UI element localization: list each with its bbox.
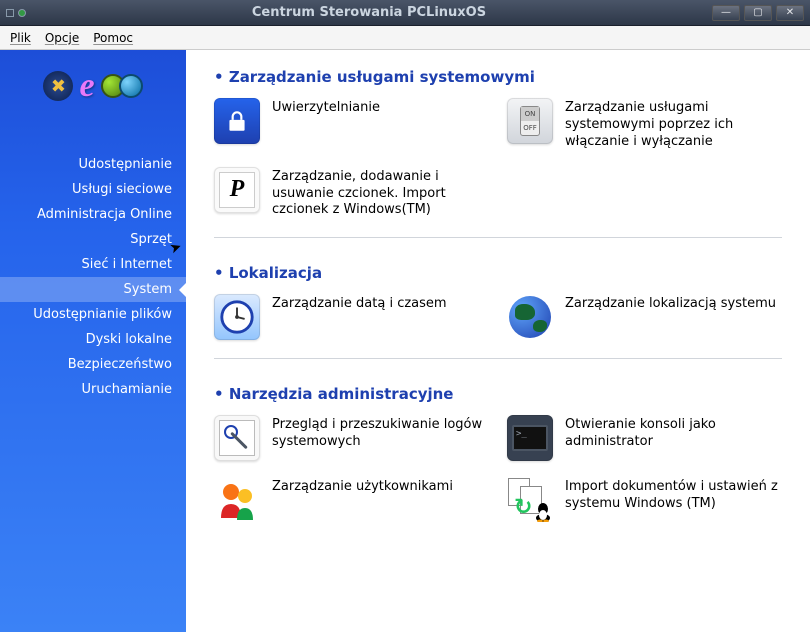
import-icon: ↻ bbox=[507, 477, 553, 523]
item-console[interactable]: >_ Otwieranie konsoli jako administrator bbox=[507, 415, 782, 461]
close-button[interactable]: ✕ bbox=[776, 5, 804, 21]
menu-plik[interactable]: Plik bbox=[10, 31, 31, 45]
sidebar-item-label: Sprzęt bbox=[130, 232, 172, 247]
gear-logo-icon: ✖ bbox=[43, 71, 73, 101]
clock-icon bbox=[214, 294, 260, 340]
sidebar-item-udostepnianie[interactable]: Udostępnianie bbox=[0, 152, 186, 177]
system-tray-icon bbox=[6, 9, 14, 17]
sidebar-item-uslugi-sieciowe[interactable]: Usługi sieciowe bbox=[0, 177, 186, 202]
item-fonts[interactable]: P Zarządzanie, dodawanie i usuwanie czci… bbox=[214, 167, 489, 220]
section-system-services: Zarządzanie usługami systemowymi Uwierzy… bbox=[214, 68, 782, 238]
sidebar-item-label: Udostępnianie bbox=[78, 157, 172, 172]
sidebar-item-label: Dyski lokalne bbox=[86, 332, 172, 347]
item-label: Zarządzanie lokalizacją systemu bbox=[565, 294, 776, 313]
item-users[interactable]: Zarządzanie użytkownikami bbox=[214, 477, 489, 523]
item-label: Zarządzanie, dodawanie i usuwanie czcion… bbox=[272, 167, 489, 220]
sidebar: ✖ e Udostępnianie Usługi sieciowe Admini… bbox=[0, 50, 186, 632]
sidebar-item-udostepnianie-plikow[interactable]: Udostępnianie plików bbox=[0, 302, 186, 327]
system-tray-icon bbox=[18, 9, 26, 17]
section-divider bbox=[214, 237, 782, 238]
sidebar-item-label: Udostępnianie plików bbox=[33, 307, 172, 322]
logs-icon bbox=[214, 415, 260, 461]
sidebar-nav: Udostępnianie Usługi sieciowe Administra… bbox=[0, 152, 186, 402]
sidebar-item-bezpieczenstwo[interactable]: Bezpieczeństwo bbox=[0, 352, 186, 377]
sidebar-item-label: Usługi sieciowe bbox=[72, 182, 172, 197]
sidebar-item-dyski-lokalne[interactable]: Dyski lokalne bbox=[0, 327, 186, 352]
section-admin-tools: Narzędzia administracyjne Przegląd i prz… bbox=[214, 385, 782, 523]
item-localization[interactable]: Zarządzanie lokalizacją systemu bbox=[507, 294, 782, 340]
sidebar-item-label: System bbox=[124, 282, 172, 297]
switch-icon: ONOFF bbox=[507, 98, 553, 144]
sidebar-item-administracja-online[interactable]: Administracja Online bbox=[0, 202, 186, 227]
item-label: Import dokumentów i ustawień z systemu W… bbox=[565, 477, 782, 513]
menubar: Plik Opcje Pomoc bbox=[0, 26, 810, 50]
item-authentication[interactable]: Uwierzytelnianie bbox=[214, 98, 489, 151]
sidebar-item-system[interactable]: System bbox=[0, 277, 186, 302]
sidebar-item-siec-internet[interactable]: Sieć i Internet bbox=[0, 252, 186, 277]
item-label: Zarządzanie usługami systemowymi poprzez… bbox=[565, 98, 782, 151]
sidebar-item-uruchamianie[interactable]: Uruchamianie bbox=[0, 377, 186, 402]
section-title: Zarządzanie usługami systemowymi bbox=[214, 68, 782, 86]
item-date-time[interactable]: Zarządzanie datą i czasem bbox=[214, 294, 489, 340]
main-content: Zarządzanie usługami systemowymi Uwierzy… bbox=[186, 50, 810, 632]
item-import-windows[interactable]: ↻ Import dokumentów i ustawień z systemu… bbox=[507, 477, 782, 523]
sidebar-item-label: Sieć i Internet bbox=[81, 257, 172, 272]
globe-icon bbox=[507, 294, 553, 340]
menu-pomoc[interactable]: Pomoc bbox=[93, 31, 133, 45]
item-label: Otwieranie konsoli jako administrator bbox=[565, 415, 782, 451]
minimize-button[interactable]: — bbox=[712, 5, 740, 21]
titlebar: Centrum Sterowania PCLinuxOS — ▢ ✕ bbox=[0, 0, 810, 26]
section-title: Lokalizacja bbox=[214, 264, 782, 282]
section-localization: Lokalizacja Zarządzanie datą i czasem Za… bbox=[214, 264, 782, 359]
logo-letter-e: e bbox=[79, 67, 94, 105]
menu-opcje[interactable]: Opcje bbox=[45, 31, 79, 45]
logo-os bbox=[101, 74, 143, 98]
item-label: Przegląd i przeszukiwanie logów systemow… bbox=[272, 415, 489, 451]
item-logs[interactable]: Przegląd i przeszukiwanie logów systemow… bbox=[214, 415, 489, 461]
sidebar-item-label: Bezpieczeństwo bbox=[68, 357, 172, 372]
window-title: Centrum Sterowania PCLinuxOS bbox=[26, 5, 712, 20]
item-label: Zarządzanie użytkownikami bbox=[272, 477, 453, 496]
sidebar-item-label: Uruchamianie bbox=[81, 382, 172, 397]
users-icon bbox=[214, 477, 260, 523]
item-label: Zarządzanie datą i czasem bbox=[272, 294, 447, 313]
section-title: Narzędzia administracyjne bbox=[214, 385, 782, 403]
console-icon: >_ bbox=[507, 415, 553, 461]
sidebar-item-sprzet[interactable]: Sprzęt bbox=[0, 227, 186, 252]
maximize-button[interactable]: ▢ bbox=[744, 5, 772, 21]
item-label: Uwierzytelnianie bbox=[272, 98, 380, 117]
font-icon: P bbox=[214, 167, 260, 213]
logo-zone: ✖ e bbox=[0, 50, 186, 122]
section-divider bbox=[214, 358, 782, 359]
lock-icon bbox=[214, 98, 260, 144]
sidebar-item-label: Administracja Online bbox=[37, 207, 172, 222]
item-services-toggle[interactable]: ONOFF Zarządzanie usługami systemowymi p… bbox=[507, 98, 782, 151]
